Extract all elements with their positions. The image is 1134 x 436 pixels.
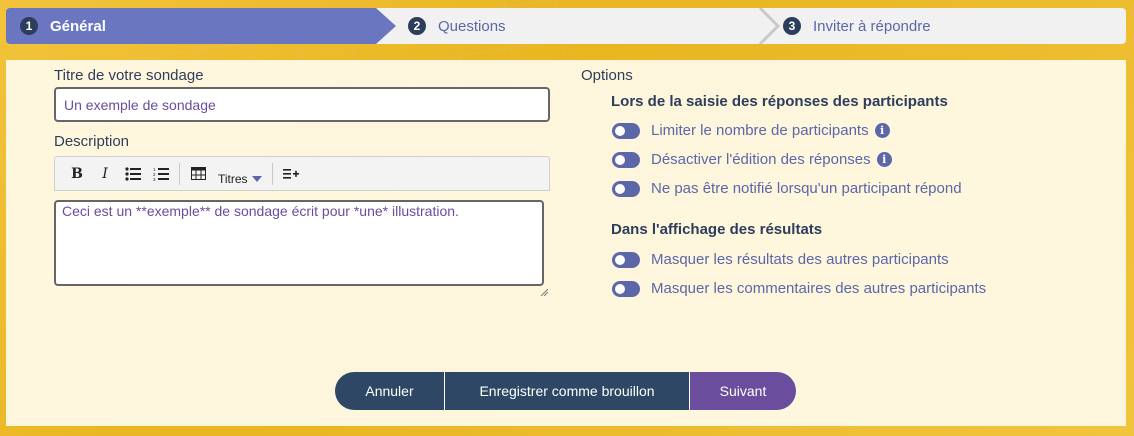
toolbar-divider <box>271 162 273 185</box>
option-label: Masquer les résultats des autres partici… <box>651 251 949 268</box>
insert-more-icon[interactable] <box>277 160 305 188</box>
step-chevron-icon <box>758 8 780 44</box>
toolbar-divider <box>179 162 180 185</box>
table-icon[interactable] <box>184 160 212 188</box>
results-options-title: Dans l'affichage des résultats <box>611 221 823 238</box>
italic-button[interactable]: I <box>91 160 119 188</box>
info-icon[interactable]: i <box>876 152 892 167</box>
title-label: Titre de votre sondage <box>54 67 204 84</box>
headings-label: Titres <box>218 171 248 186</box>
chevron-down-icon <box>251 175 262 182</box>
no-notification-toggle[interactable] <box>612 180 640 197</box>
step-number: 3 <box>783 17 801 35</box>
cancel-button[interactable]: Annuler <box>335 372 444 410</box>
form-panel: Titre de votre sondage Description B I 1… <box>6 60 1126 426</box>
hide-comments-toggle[interactable] <box>612 280 640 297</box>
step-questions[interactable]: 2 Questions <box>408 8 506 44</box>
option-label: Ne pas être notifié lorsqu'un participan… <box>651 180 962 197</box>
save-draft-button[interactable]: Enregistrer comme brouillon <box>444 372 689 410</box>
step-invite[interactable]: 3 Inviter à répondre <box>783 8 931 44</box>
step-general[interactable]: 1 Général <box>6 8 376 44</box>
step-arrow <box>376 8 396 44</box>
step-label: Questions <box>438 17 506 35</box>
editor-toolbar: B I 123 Titres <box>54 156 550 191</box>
headings-dropdown[interactable]: Titres <box>218 172 262 186</box>
disable-edit-toggle[interactable] <box>612 151 640 168</box>
entry-options-title: Lors de la saisie des réponses des parti… <box>611 93 948 110</box>
hide-comments-option[interactable]: Masquer les commentaires des autres part… <box>612 280 986 297</box>
hide-results-toggle[interactable] <box>612 251 640 268</box>
limit-participants-toggle[interactable] <box>612 122 640 139</box>
step-number: 1 <box>20 17 38 35</box>
info-icon[interactable]: i <box>874 123 890 138</box>
limit-participants-option[interactable]: Limiter le nombre de participants i <box>612 122 890 139</box>
step-label: Inviter à répondre <box>813 17 931 35</box>
resize-handle-icon[interactable] <box>540 288 550 297</box>
hide-results-option[interactable]: Masquer les résultats des autres partici… <box>612 251 949 268</box>
step-number: 2 <box>408 17 426 35</box>
next-button[interactable]: Suivant <box>689 372 796 410</box>
form-actions: Annuler Enregistrer comme brouillon Suiv… <box>335 372 796 410</box>
option-label: Limiter le nombre de participants <box>651 122 869 139</box>
bullet-list-icon[interactable] <box>119 160 147 188</box>
survey-title-input[interactable] <box>54 87 550 122</box>
disable-edit-option[interactable]: Désactiver l'édition des réponses i <box>612 151 892 168</box>
option-label: Masquer les commentaires des autres part… <box>651 280 987 297</box>
wizard-stepper: 1 Général 2 Questions 3 Inviter à répond… <box>6 8 1126 44</box>
no-notification-option[interactable]: Ne pas être notifié lorsqu'un participan… <box>612 180 962 197</box>
numbered-list-icon[interactable]: 123 <box>147 160 175 188</box>
step-label: Général <box>50 17 106 35</box>
options-title: Options <box>581 67 633 84</box>
bold-button[interactable]: B <box>63 160 91 188</box>
option-label: Désactiver l'édition des réponses <box>651 151 871 168</box>
svg-text:3: 3 <box>153 177 156 181</box>
description-label: Description <box>54 133 130 150</box>
description-textarea[interactable]: Ceci est un **exemple** de sondage écrit… <box>54 200 544 286</box>
